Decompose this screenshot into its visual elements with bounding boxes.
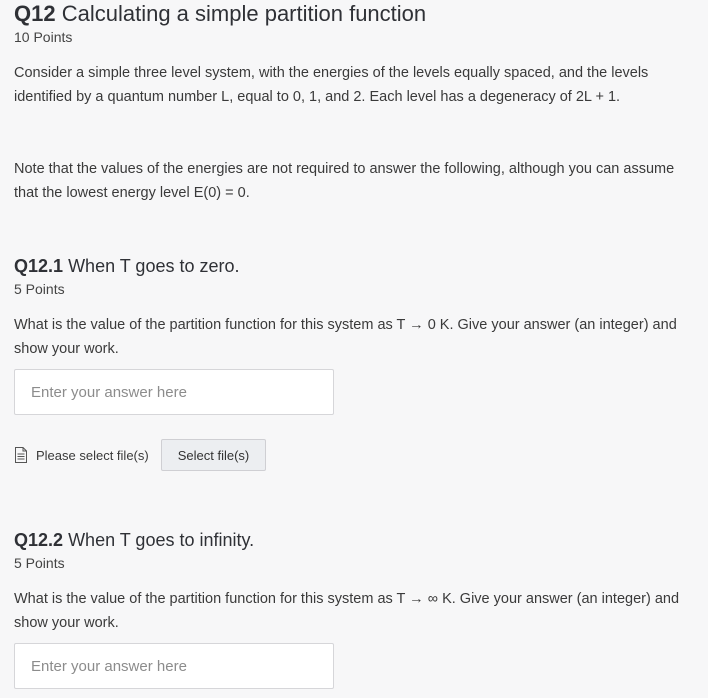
q12-1-number: Q12.1 bbox=[14, 256, 64, 276]
q12-number: Q12 bbox=[14, 1, 56, 26]
q12-1-title-text: When T goes to zero. bbox=[68, 256, 240, 276]
q12-2-number: Q12.2 bbox=[14, 530, 64, 550]
q12-2-points: 5 Points bbox=[14, 555, 65, 571]
q12-title-text: Calculating a simple partition function bbox=[61, 1, 427, 26]
q12-1-heading: Q12.1 When T goes to zero. bbox=[14, 254, 240, 278]
select-files-button[interactable]: Select file(s) bbox=[160, 439, 267, 471]
q12-1-question-text: What is the value of the partition funct… bbox=[14, 317, 677, 357]
q12-2-answer-input[interactable] bbox=[14, 643, 334, 689]
q12-intro-paragraph: Consider a simple three level system, wi… bbox=[14, 65, 649, 105]
question-page: Q12 Calculating a simple partition funct… bbox=[0, 0, 708, 698]
q12-1-points: 5 Points bbox=[14, 281, 65, 297]
q12-heading: Q12 Calculating a simple partition funct… bbox=[14, 0, 426, 28]
q12-2-heading: Q12.2 When T goes to infinity. bbox=[14, 528, 254, 552]
q12-1-file-upload: Please select file(s) Select file(s) bbox=[14, 439, 267, 471]
q12-points: 10 Points bbox=[14, 29, 73, 45]
q12-note-paragraph: Note that the values of the energies are… bbox=[14, 161, 675, 201]
q12-2-question-text: What is the value of the partition funct… bbox=[14, 591, 680, 631]
file-select-label: Please select file(s) bbox=[36, 447, 149, 463]
q12-1-answer-input[interactable] bbox=[14, 369, 334, 415]
q12-2-title-text: When T goes to infinity. bbox=[68, 530, 255, 550]
file-icon bbox=[14, 447, 28, 463]
